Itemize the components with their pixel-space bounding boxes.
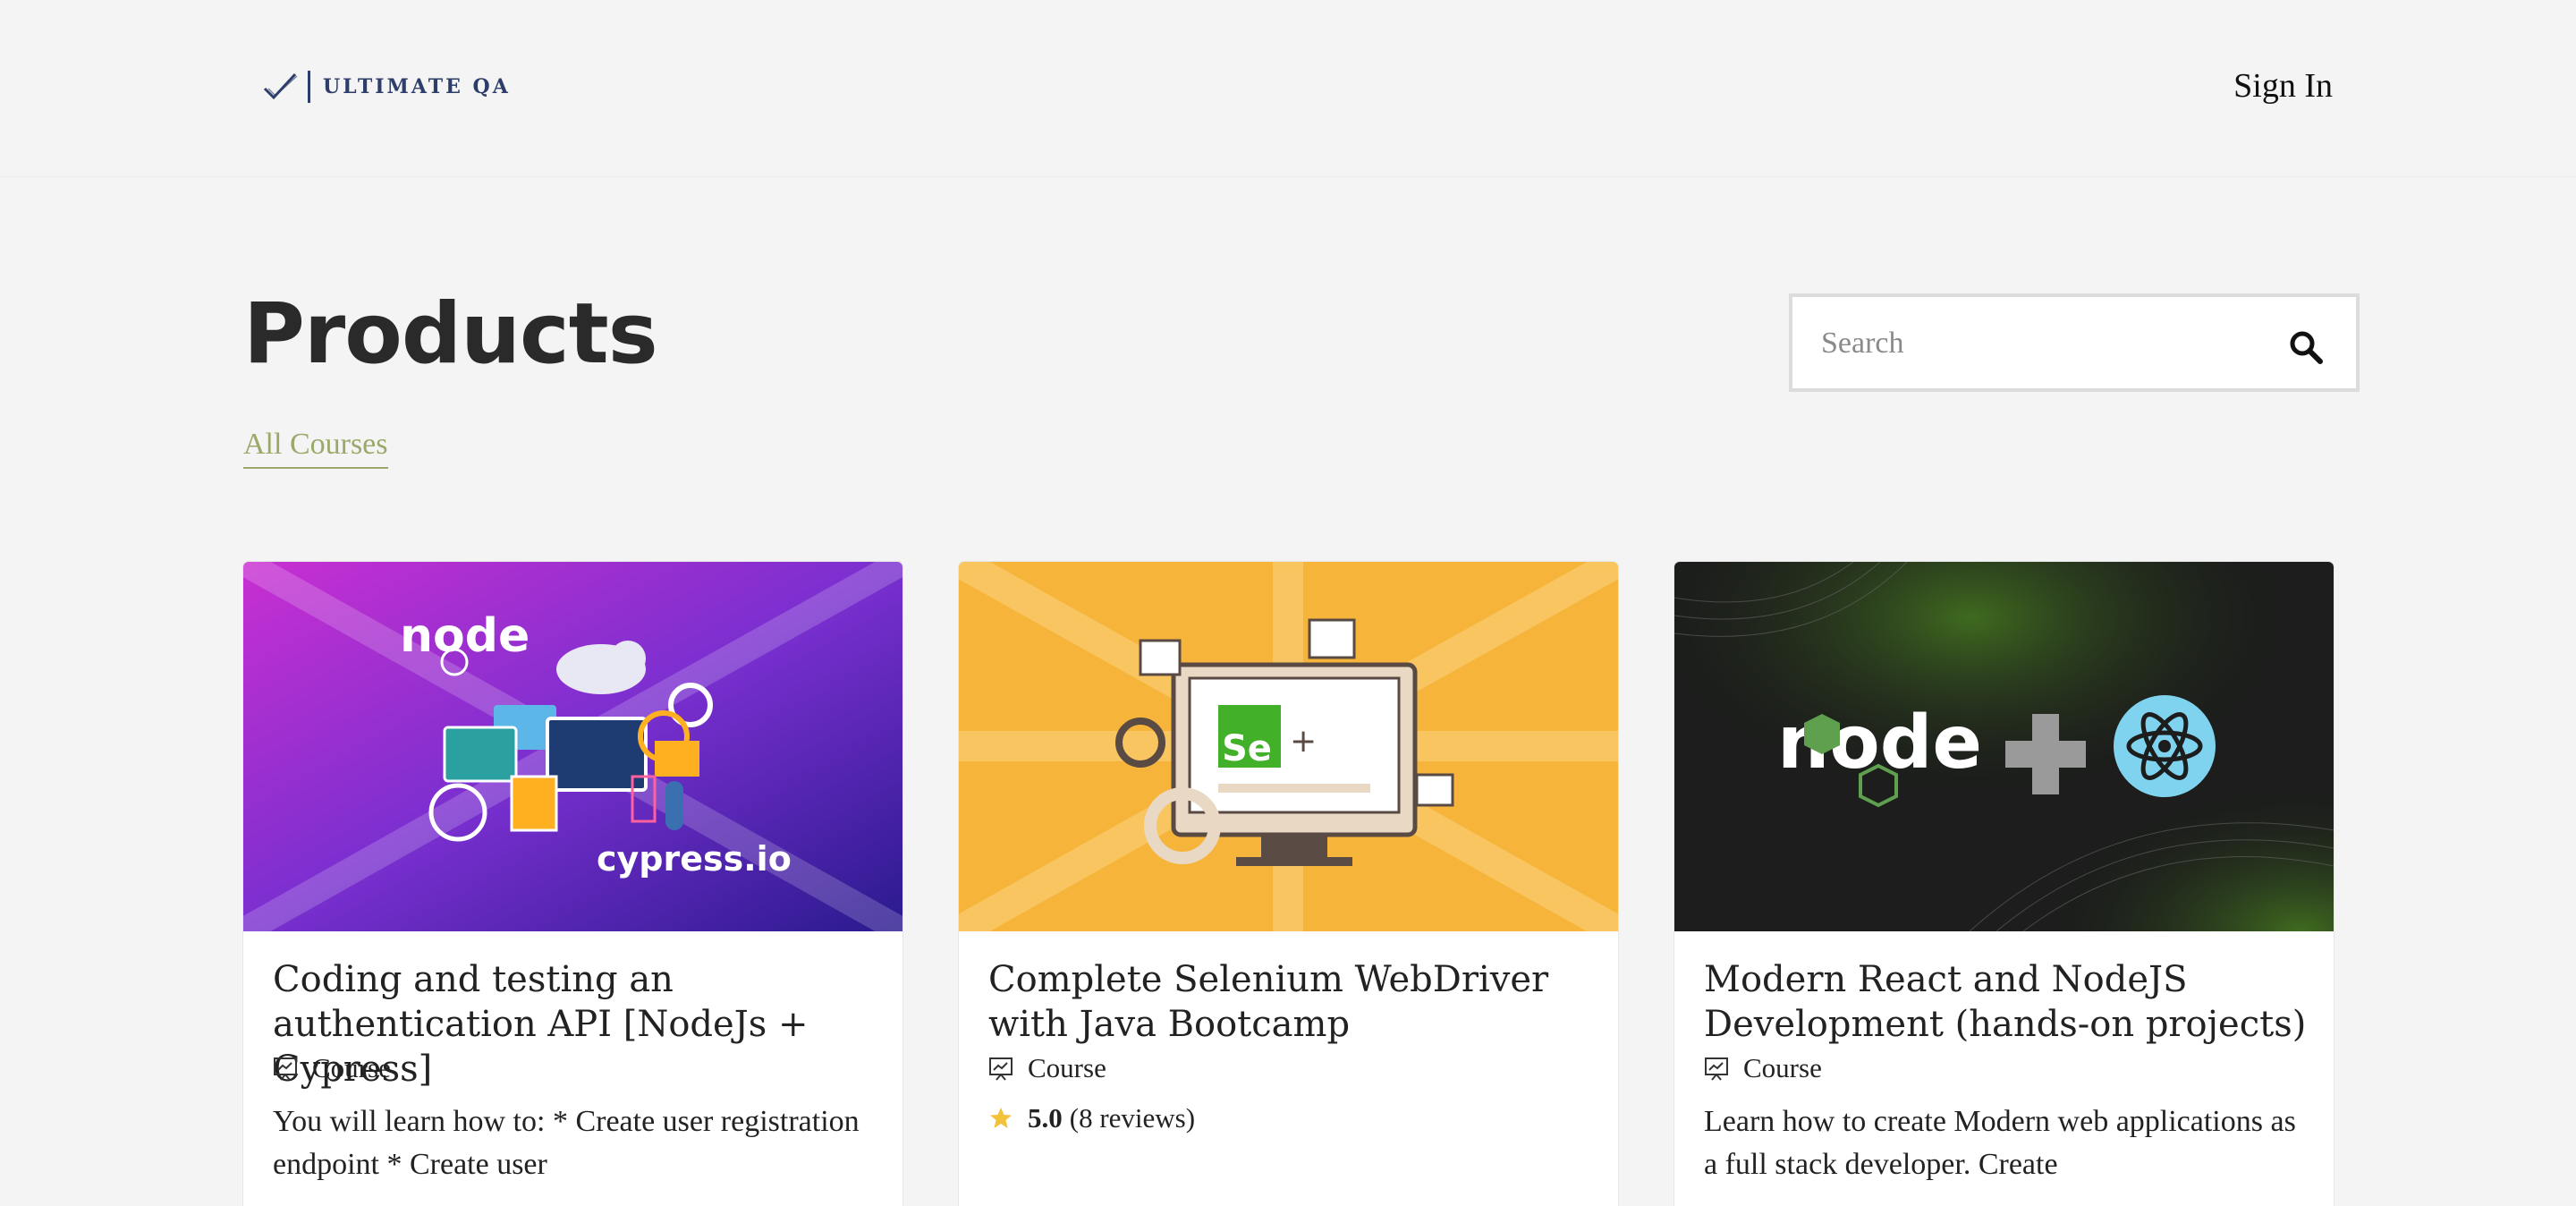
search-icon[interactable] (2288, 329, 2324, 365)
product-rating: 5.0 (8 reviews) (988, 1102, 1195, 1134)
product-card[interactable]: Se + Complete Selenium WebDriver with Ja… (959, 562, 1618, 1206)
logo-text: ULTIMATE QA (323, 75, 511, 98)
product-type-label: Course (312, 1052, 391, 1083)
product-title[interactable]: Modern React and NodeJS Development (han… (1704, 957, 2321, 1047)
image-text-se: Se (1222, 728, 1272, 769)
product-type: Course (988, 1052, 1106, 1084)
course-icon (989, 1057, 1013, 1081)
product-type: Course (1704, 1052, 1822, 1084)
search-input[interactable] (1819, 313, 2288, 374)
site-logo[interactable]: ULTIMATE QA (261, 66, 511, 107)
product-card[interactable]: node cypress.io Coding and testing an au… (243, 562, 902, 1206)
product-thumbnail-selenium[interactable]: Se + (959, 562, 1618, 931)
product-title[interactable]: Complete Selenium WebDriver with Java Bo… (988, 957, 1606, 1047)
rating-reviews: (8 reviews) (1069, 1102, 1196, 1134)
sign-in-link[interactable]: Sign In (2233, 66, 2333, 106)
product-description: Learn how to create Modern web applicati… (1704, 1105, 2296, 1181)
product-type-label: Course (1743, 1052, 1822, 1083)
logo-divider (308, 71, 310, 103)
course-icon (1705, 1057, 1728, 1081)
product-type: Course (273, 1052, 391, 1084)
site-header: ULTIMATE QA Sign In (0, 0, 2576, 177)
star-icon (990, 1108, 1012, 1128)
course-icon (274, 1057, 297, 1081)
product-thumbnail-cypress[interactable]: node cypress.io (243, 562, 902, 931)
rating-score: 5.0 (1028, 1102, 1063, 1134)
search-box (1789, 293, 2360, 392)
page-title: Products (243, 285, 658, 383)
logo-check-icon (263, 72, 298, 100)
product-description: You will learn how to: * Create user reg… (273, 1105, 860, 1181)
svg-text:+: + (1290, 723, 1317, 760)
image-text-cypress: cypress.io (597, 839, 792, 879)
tab-all-courses[interactable]: All Courses (243, 428, 388, 469)
product-card[interactable]: node Modern React and NodeJS Development… (1674, 562, 2334, 1206)
product-type-label: Course (1028, 1052, 1106, 1083)
product-thumbnail-react-node[interactable]: node (1674, 562, 2334, 931)
